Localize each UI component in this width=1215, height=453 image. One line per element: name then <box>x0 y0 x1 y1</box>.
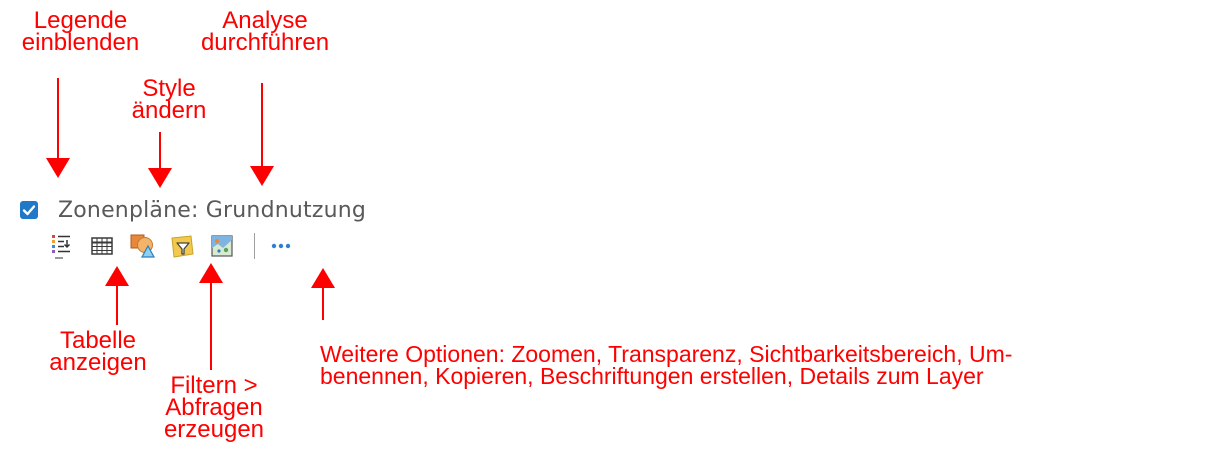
check-icon <box>22 205 36 216</box>
annotation-more-line2: benennen, Kopieren, Beschriftungen erste… <box>320 363 984 389</box>
analysis-button[interactable] <box>208 232 236 260</box>
layer-visibility-checkbox[interactable] <box>20 201 38 219</box>
annotation-more: Weitere Optionen: Zoomen, Transparenz, S… <box>320 341 1200 389</box>
legend-icon <box>52 235 71 259</box>
annotation-more-line1: Weitere Optionen: Zoomen, Transparenz, S… <box>320 341 1013 367</box>
analysis-icon <box>211 235 233 257</box>
annotation-analysis: Analyse durchführen <box>180 9 350 56</box>
filter-button[interactable] <box>168 232 196 260</box>
annotation-filter: Filtern > Abfragen erzeugen <box>152 374 276 443</box>
annotation-style-line2: ändern <box>131 97 207 124</box>
layer-row: Zonenpläne: Grundnutzung <box>20 197 366 223</box>
style-button[interactable] <box>128 232 156 260</box>
annotation-filter-line3: erzeugen <box>163 416 265 443</box>
annotation-legend: Legende einblenden <box>8 9 153 56</box>
table-icon <box>91 237 113 255</box>
toolbar-separator <box>254 233 255 259</box>
filter-icon <box>171 235 194 258</box>
layer-title: Zonenpläne: Grundnutzung <box>58 197 367 223</box>
more-options-button[interactable] <box>267 232 295 260</box>
more-options-icon <box>271 243 291 249</box>
annotation-table-line2: anzeigen <box>49 349 147 376</box>
annotation-analysis-line2: durchführen <box>200 29 330 56</box>
annotation-style: Style ändern <box>110 77 228 124</box>
annotation-legend-line2: einblenden <box>21 29 140 56</box>
annotation-table: Tabelle anzeigen <box>30 329 166 376</box>
style-icon <box>130 234 155 258</box>
layer-toolbar <box>48 232 307 260</box>
legend-button[interactable] <box>48 232 76 260</box>
table-button[interactable] <box>88 232 116 260</box>
